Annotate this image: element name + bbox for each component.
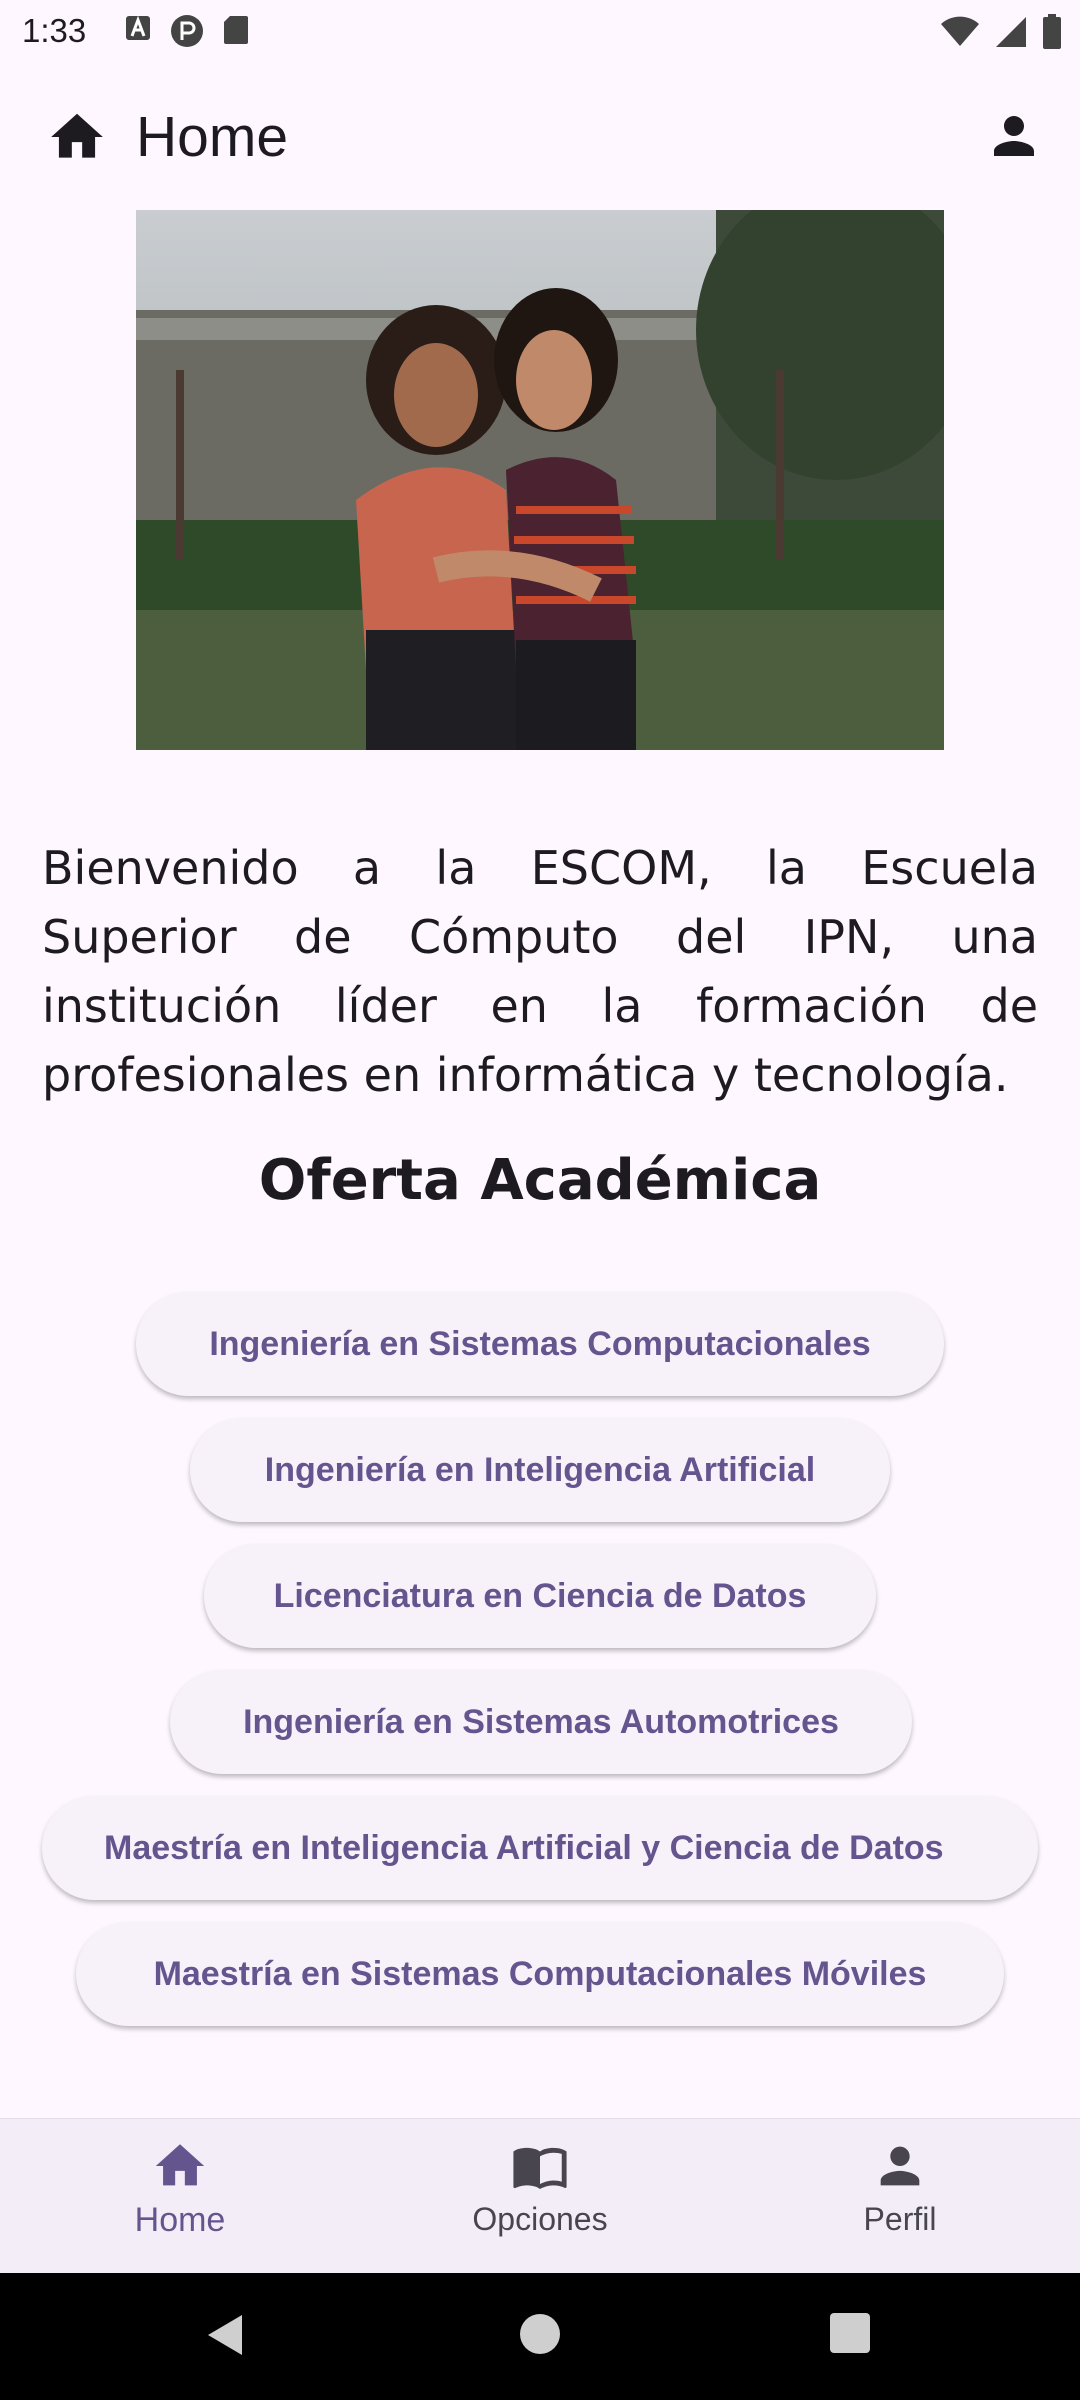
recents-icon[interactable] [828, 2311, 872, 2355]
nav-item-opciones[interactable]: Opciones [360, 2137, 720, 2238]
back-icon[interactable] [202, 2311, 248, 2359]
program-button[interactable]: Ingeniería en Sistemas Computacionales [136, 1292, 944, 1396]
hero-image [136, 210, 944, 750]
status-bar: 1:33 [0, 0, 1080, 64]
sd-card-icon [224, 16, 248, 44]
bottom-navigation: Home Opciones Perfil [0, 2118, 1080, 2274]
battery-icon [1043, 14, 1061, 49]
home-circle-icon[interactable] [517, 2311, 563, 2357]
page-title: Home [136, 105, 289, 169]
nav-label: Home [134, 2201, 226, 2239]
p-icon [171, 15, 203, 47]
system-navigation-bar [0, 2273, 1080, 2400]
a-icon [126, 15, 150, 40]
program-button[interactable]: Licenciatura en Ciencia de Datos [204, 1544, 876, 1648]
top-app-bar: Home [0, 64, 1080, 204]
program-button[interactable]: Ingeniería en Sistemas Automotrices [170, 1670, 912, 1774]
program-button[interactable]: Maestría en Sistemas Computacionales Móv… [76, 1922, 1004, 2026]
account-icon[interactable] [984, 106, 1044, 166]
home-icon [155, 2144, 205, 2186]
section-title: Oferta Académica [258, 1148, 822, 1213]
intro-paragraph: Bienvenido a la ESCOM, la Escuela Superi… [42, 841, 1038, 1102]
program-button[interactable]: Maestría en Inteligencia Artificial y Ci… [42, 1796, 1038, 1900]
nav-item-perfil[interactable]: Perfil [720, 2137, 1080, 2238]
signal-icon [996, 17, 1026, 47]
person-icon [880, 2146, 920, 2186]
wifi-icon [941, 16, 979, 46]
nav-label: Opciones [472, 2201, 608, 2237]
program-button[interactable]: Ingeniería en Inteligencia Artificial [190, 1418, 890, 1522]
nav-label: Perfil [863, 2201, 937, 2237]
status-time: 1:33 [22, 12, 87, 49]
book-icon [513, 2147, 567, 2189]
home-icon[interactable] [46, 106, 108, 168]
nav-item-home[interactable]: Home [0, 2137, 360, 2240]
